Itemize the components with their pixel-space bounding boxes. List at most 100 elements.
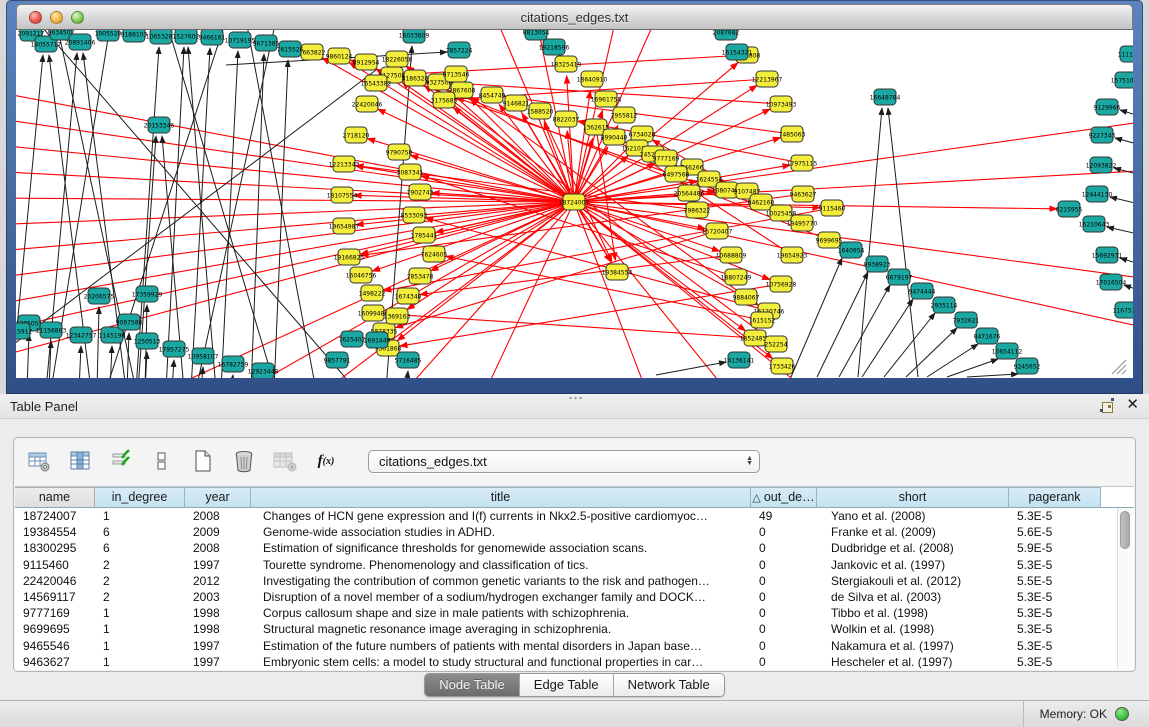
show-columns-icon[interactable]: [67, 448, 93, 474]
column-header-short[interactable]: short: [817, 487, 1009, 507]
scrollbar-thumb[interactable]: [1120, 511, 1130, 549]
table-row[interactable]: 1938455462009Genome-wide association stu…: [15, 524, 1134, 540]
column-header-pagerank[interactable]: pagerank: [1009, 487, 1101, 507]
float-panel-icon[interactable]: [1100, 398, 1114, 412]
table-cell[interactable]: 22420046: [15, 573, 95, 589]
clear-selection-icon[interactable]: [149, 448, 175, 474]
select-all-icon[interactable]: [108, 448, 134, 474]
table-row[interactable]: 969969511998Structural magnetic resonanc…: [15, 621, 1134, 637]
function-builder-button[interactable]: f(x): [313, 448, 339, 474]
table-cell[interactable]: Disruption of a novel member of a sodium…: [251, 589, 751, 605]
table-cell[interactable]: 9699695: [15, 621, 95, 637]
table-cell[interactable]: 2008: [185, 508, 251, 524]
column-header-in-degree[interactable]: in_degree: [95, 487, 185, 507]
table-row[interactable]: 1456911722003Disruption of a novel membe…: [15, 589, 1134, 605]
table-cell[interactable]: de Silva et al. (2003): [817, 589, 1009, 605]
table-cell[interactable]: 14569117: [15, 589, 95, 605]
column-header-out-de-[interactable]: △out_de…: [751, 487, 817, 507]
table-cell[interactable]: 1: [95, 654, 185, 670]
table-cell[interactable]: 0: [751, 573, 817, 589]
table-cell[interactable]: 18724007: [15, 508, 95, 524]
close-panel-icon[interactable]: ✕: [1126, 398, 1139, 412]
table-cell[interactable]: 49: [751, 508, 817, 524]
table-cell[interactable]: 2: [95, 557, 185, 573]
tab-edge-table[interactable]: Edge Table: [520, 674, 614, 696]
window-titlebar[interactable]: citations_edges.txt: [16, 4, 1133, 30]
table-cell[interactable]: Hescheler et al. (1997): [817, 654, 1009, 670]
table-cell[interactable]: 2003: [185, 589, 251, 605]
tab-node-table[interactable]: Node Table: [425, 674, 520, 696]
table-cell[interactable]: 0: [751, 638, 817, 654]
tab-network-table[interactable]: Network Table: [614, 674, 724, 696]
table-cell[interactable]: 9463627: [15, 654, 95, 670]
table-cell[interactable]: 0: [751, 654, 817, 670]
table-cell[interactable]: 5.3E-5: [1009, 621, 1101, 637]
panel-divider-grip[interactable]: [568, 396, 582, 400]
table-cell[interactable]: 5.3E-5: [1009, 638, 1101, 654]
table-row[interactable]: 1830029562008Estimation of significance …: [15, 540, 1134, 556]
table-cell[interactable]: 1: [95, 508, 185, 524]
table-cell[interactable]: Tibbo et al. (1998): [817, 605, 1009, 621]
table-cell[interactable]: 0: [751, 589, 817, 605]
table-cell[interactable]: 2: [95, 589, 185, 605]
table-cell[interactable]: Estimation of the future numbers of pati…: [251, 638, 751, 654]
table-cell[interactable]: Yano et al. (2008): [817, 508, 1009, 524]
network-canvas[interactable]: 1872400776638229860124891295418226058912…: [16, 30, 1133, 378]
table-cell[interactable]: 2012: [185, 573, 251, 589]
new-table-icon[interactable]: [190, 448, 216, 474]
table-row[interactable]: 977716911998Corpus callosum shape and si…: [15, 605, 1134, 621]
resize-grip-icon[interactable]: [1112, 360, 1126, 374]
table-cell[interactable]: 2: [95, 573, 185, 589]
table-cell[interactable]: 9777169: [15, 605, 95, 621]
table-cell[interactable]: Franke et al. (2009): [817, 524, 1009, 540]
table-cell[interactable]: 6: [95, 540, 185, 556]
table-cell[interactable]: Corpus callosum shape and size in male p…: [251, 605, 751, 621]
table-cell[interactable]: 5.5E-5: [1009, 573, 1101, 589]
table-cell[interactable]: 1997: [185, 654, 251, 670]
table-cell[interactable]: 2009: [185, 524, 251, 540]
delete-column-icon[interactable]: [272, 448, 298, 474]
table-cell[interactable]: 5.3E-5: [1009, 508, 1101, 524]
table-cell[interactable]: Jankovic et al. (1997): [817, 557, 1009, 573]
table-cell[interactable]: 1997: [185, 638, 251, 654]
table-cell[interactable]: 0: [751, 605, 817, 621]
column-header-name[interactable]: name: [15, 487, 95, 507]
table-cell[interactable]: 9465546: [15, 638, 95, 654]
table-cell[interactable]: 1: [95, 621, 185, 637]
table-cell[interactable]: 19384554: [15, 524, 95, 540]
table-cell[interactable]: 1997: [185, 557, 251, 573]
table-cell[interactable]: 5.3E-5: [1009, 605, 1101, 621]
table-row[interactable]: 946362711997Embryonic stem cells: a mode…: [15, 654, 1134, 670]
table-row[interactable]: 2242004622012Investigating the contribut…: [15, 573, 1134, 589]
table-cell[interactable]: Wolkin et al. (1998): [817, 621, 1009, 637]
table-cell[interactable]: 18300295: [15, 540, 95, 556]
table-row[interactable]: 946554611997Estimation of the future num…: [15, 638, 1134, 654]
memory-ok-indicator[interactable]: [1115, 707, 1129, 721]
table-cell[interactable]: 0: [751, 557, 817, 573]
table-cell[interactable]: 0: [751, 540, 817, 556]
table-cell[interactable]: Nakamura et al. (1997): [817, 638, 1009, 654]
table-cell[interactable]: 1998: [185, 605, 251, 621]
table-options-icon[interactable]: [26, 448, 52, 474]
table-cell[interactable]: 1998: [185, 621, 251, 637]
table-cell[interactable]: Embryonic stem cells: a model to study s…: [251, 654, 751, 670]
table-cell[interactable]: Genome-wide association studies in ADHD.: [251, 524, 751, 540]
vertical-scrollbar[interactable]: [1117, 508, 1133, 669]
table-cell[interactable]: Changes of HCN gene expression and I(f) …: [251, 508, 751, 524]
table-cell[interactable]: 1: [95, 638, 185, 654]
table-cell[interactable]: Tourette syndrome. Phenomenology and cla…: [251, 557, 751, 573]
table-cell[interactable]: Dudbridge et al. (2008): [817, 540, 1009, 556]
table-cell[interactable]: 5.3E-5: [1009, 589, 1101, 605]
table-cell[interactable]: 5.6E-5: [1009, 524, 1101, 540]
table-selector-dropdown[interactable]: citations_edges.txt ▲▼: [368, 450, 760, 473]
column-header-year[interactable]: year: [185, 487, 251, 507]
table-cell[interactable]: 9115460: [15, 557, 95, 573]
table-cell[interactable]: 2008: [185, 540, 251, 556]
table-cell[interactable]: 1: [95, 605, 185, 621]
table-cell[interactable]: 5.3E-5: [1009, 654, 1101, 670]
table-cell[interactable]: 6: [95, 524, 185, 540]
table-cell[interactable]: Structural magnetic resonance image aver…: [251, 621, 751, 637]
table-cell[interactable]: Investigating the contribution of common…: [251, 573, 751, 589]
delete-table-icon[interactable]: [231, 448, 257, 474]
table-row[interactable]: 1872400712008Changes of HCN gene express…: [15, 508, 1134, 524]
